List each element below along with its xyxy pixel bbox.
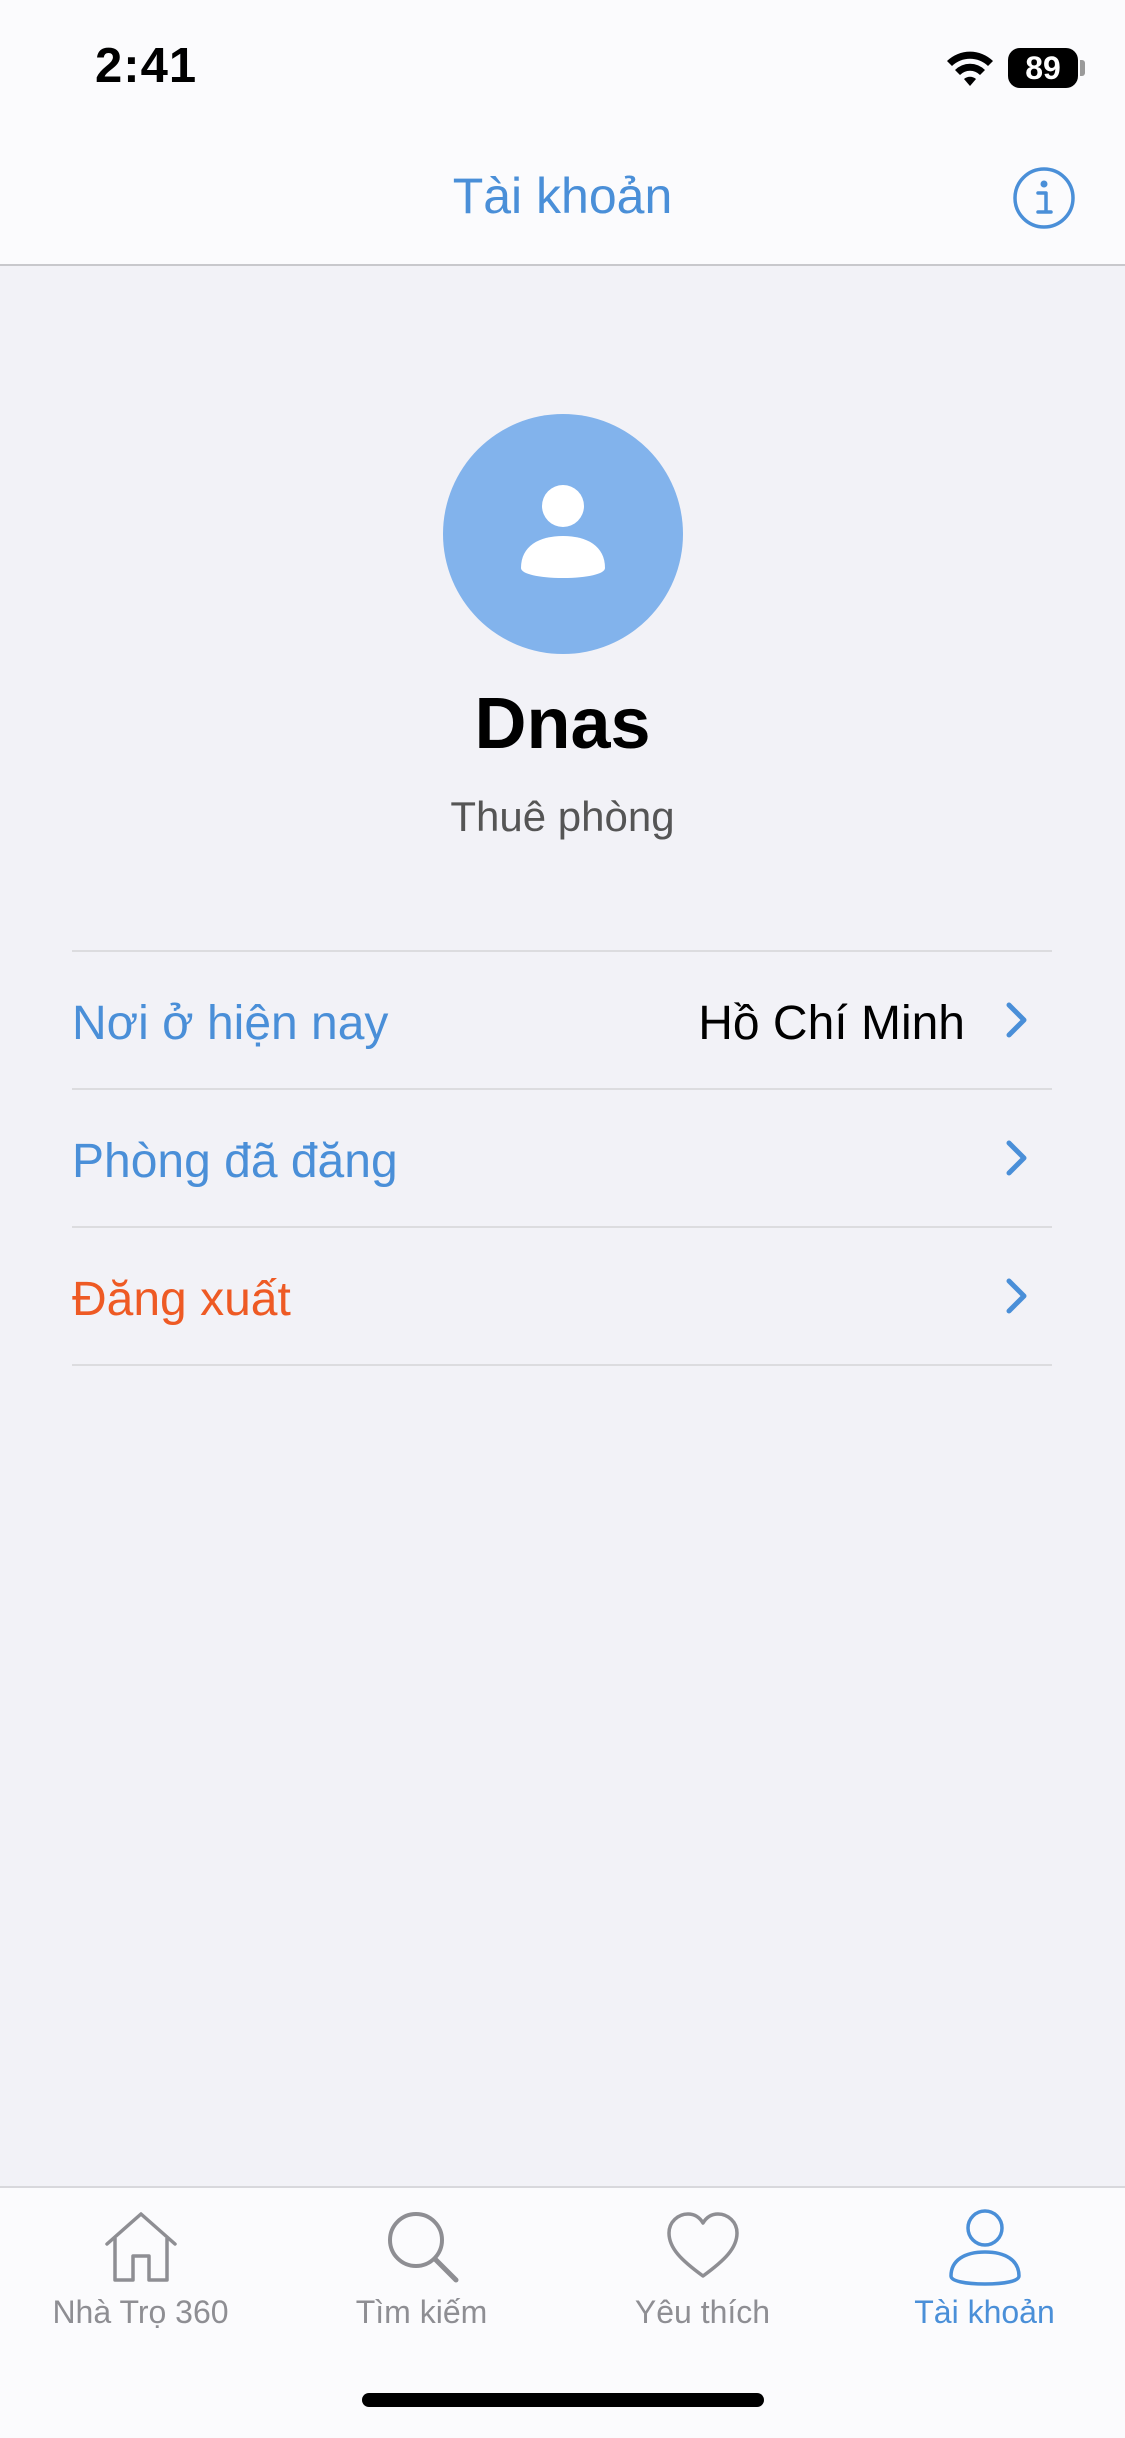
tab-label: Tìm kiếm (355, 2294, 488, 2330)
tab-label: Tài khoản (914, 2294, 1055, 2330)
tab-favorites[interactable]: Yêu thích (562, 2206, 843, 2356)
top-bar: 2:41 89 Tài khoản (0, 0, 1125, 266)
heart-icon (666, 2212, 739, 2278)
menu-item-current-residence[interactable]: Nơi ở hiện nay Hồ Chí Minh (72, 950, 1052, 1088)
menu-item-label: Đăng xuất (72, 1273, 291, 1326)
chevron-right-icon (1006, 1002, 1027, 1038)
tab-search[interactable]: Tìm kiếm (281, 2206, 562, 2356)
menu-item-value: Hồ Chí Minh (698, 997, 965, 1050)
page-title: Tài khoản (452, 168, 673, 224)
person-icon (948, 2209, 1021, 2286)
avatar[interactable] (443, 414, 683, 654)
tab-label: Nhà Trọ 360 (52, 2294, 229, 2330)
status-time: 2:41 (95, 39, 198, 93)
menu-item-label: Nơi ở hiện nay (72, 997, 389, 1050)
wifi-icon (947, 51, 993, 86)
account-menu: Nơi ở hiện nay Hồ Chí Minh Phòng đã đăng… (72, 950, 1052, 1366)
battery-indicator: 89 (1008, 48, 1078, 88)
home-indicator[interactable] (362, 2393, 764, 2407)
tab-account[interactable]: Tài khoản (844, 2206, 1125, 2356)
house-icon (104, 2212, 177, 2282)
menu-item-label: Phòng đã đăng (72, 1135, 398, 1188)
info-icon[interactable] (1012, 166, 1076, 230)
tab-home[interactable]: Nhà Trọ 360 (0, 2206, 281, 2356)
menu-item-logout[interactable]: Đăng xuất (72, 1226, 1052, 1366)
menu-item-posted-rooms[interactable]: Phòng đã đăng (72, 1088, 1052, 1226)
person-icon (521, 485, 605, 578)
tab-label: Yêu thích (634, 2294, 771, 2330)
chevron-right-icon (1006, 1140, 1027, 1176)
search-icon (387, 2212, 458, 2283)
profile-role: Thuê phòng (450, 793, 675, 840)
chevron-right-icon (1006, 1278, 1027, 1314)
profile-name: Dnas (474, 684, 651, 764)
battery-nub (1080, 60, 1085, 76)
